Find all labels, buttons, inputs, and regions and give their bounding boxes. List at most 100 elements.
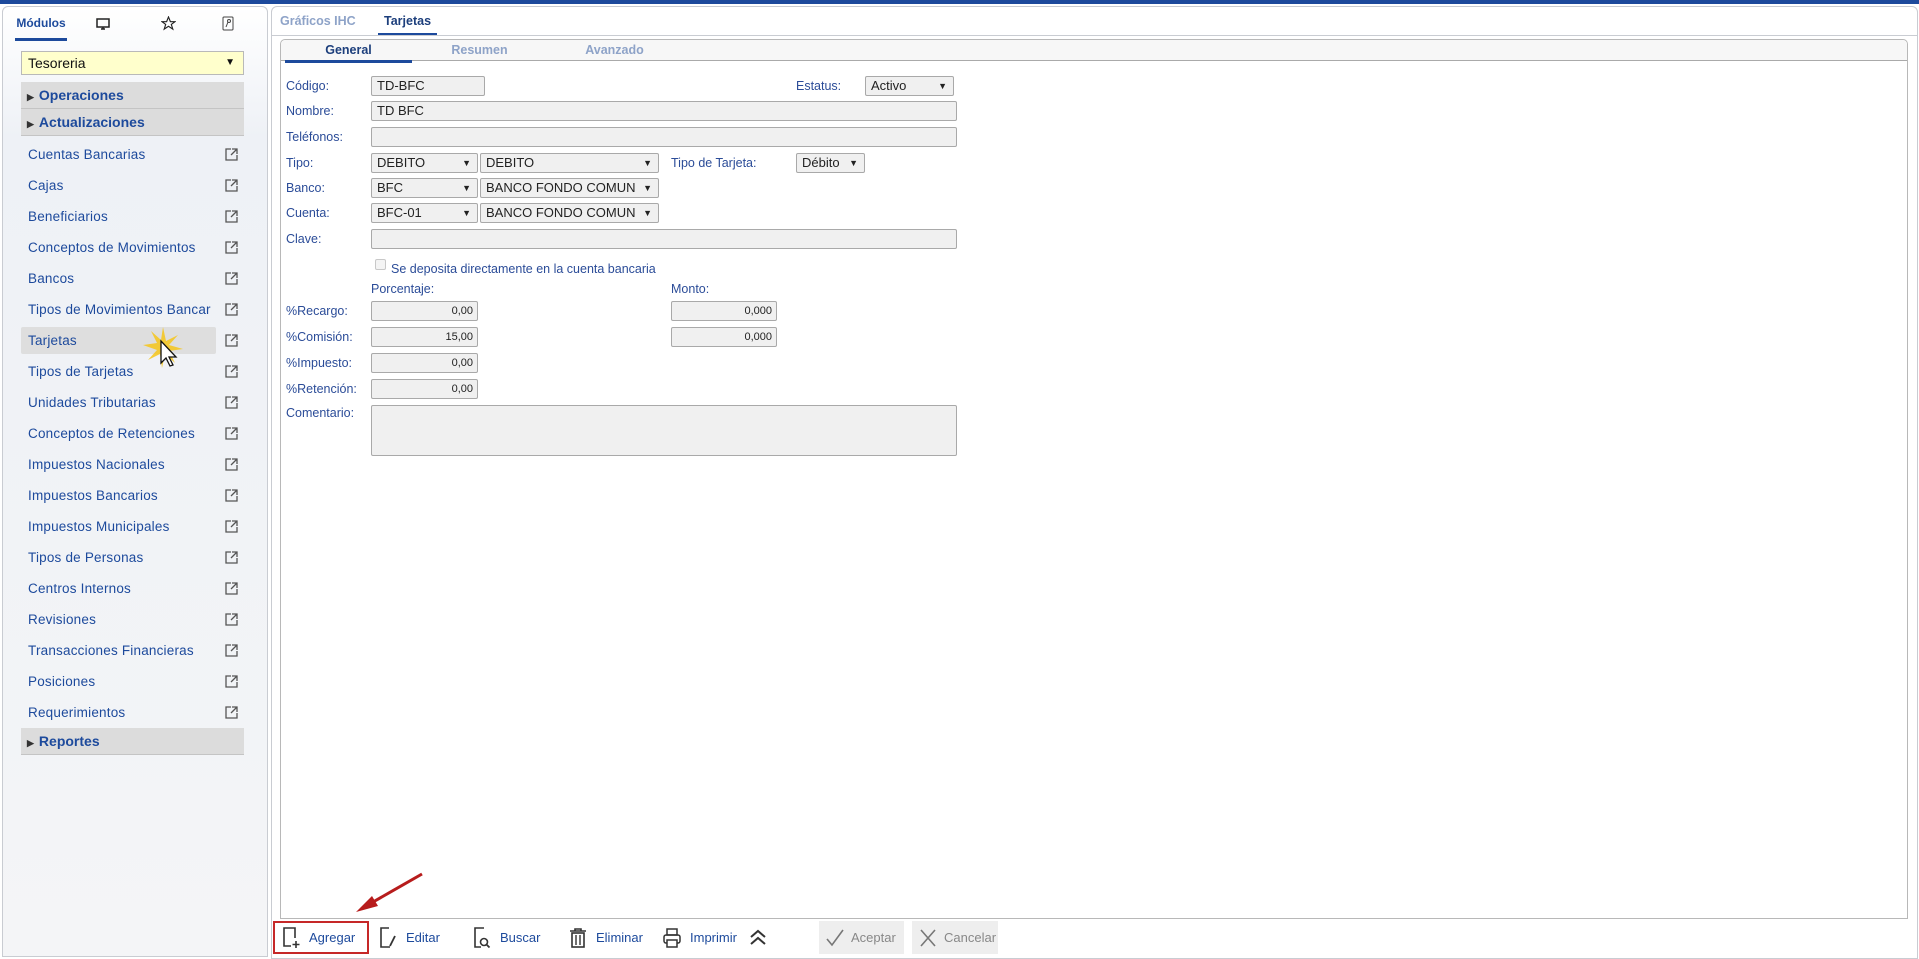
tipo-name-select[interactable]: DEBITO ▼ xyxy=(480,153,659,173)
cancelar-button[interactable]: Cancelar xyxy=(912,921,998,954)
editar-button[interactable]: Editar xyxy=(372,921,452,954)
external-link-icon[interactable] xyxy=(225,427,238,440)
estatus-value: Activo xyxy=(871,78,907,93)
chevron-down-icon: ▼ xyxy=(462,208,471,218)
aceptar-button[interactable]: Aceptar xyxy=(819,921,904,954)
key-icon[interactable] xyxy=(198,7,258,41)
sidebar-item[interactable]: Cuentas Bancarias xyxy=(21,141,261,168)
agregar-button[interactable]: Agregar xyxy=(273,921,369,954)
sidebar-item-label: Tarjetas xyxy=(28,333,77,348)
external-link-icon[interactable] xyxy=(225,551,238,564)
sidebar-item[interactable]: Tipos de Movimientos Bancar xyxy=(21,296,261,323)
external-link-icon[interactable] xyxy=(225,241,238,254)
external-link-icon[interactable] xyxy=(225,644,238,657)
external-link-icon[interactable] xyxy=(225,489,238,502)
module-select[interactable]: Tesoreria ▼ xyxy=(21,51,244,75)
subtab-resumen[interactable]: Resumen xyxy=(416,40,543,61)
monitor-icon[interactable] xyxy=(73,7,133,41)
sidebar-item-label: Unidades Tributarias xyxy=(28,395,156,410)
external-link-icon[interactable] xyxy=(225,520,238,533)
imprimir-button[interactable]: Imprimir xyxy=(656,921,748,954)
external-link-icon[interactable] xyxy=(225,272,238,285)
sidebar-item[interactable]: Tipos de Personas xyxy=(21,544,261,571)
tab-modulos[interactable]: Módulos xyxy=(11,7,71,41)
porcentaje-header: Porcentaje: xyxy=(371,282,435,296)
estatus-select[interactable]: Activo ▼ xyxy=(865,76,954,96)
nombre-input[interactable]: TD BFC xyxy=(371,101,957,121)
chevron-down-icon: ▼ xyxy=(643,183,652,193)
codigo-input[interactable]: TD-BFC xyxy=(371,76,485,96)
sidebar-item-label: Impuestos Nacionales xyxy=(28,457,165,472)
sidebar-item[interactable]: Conceptos de Retenciones xyxy=(21,420,261,447)
external-link-icon[interactable] xyxy=(225,675,238,688)
search-document-icon xyxy=(474,927,491,949)
tipo-code-select[interactable]: DEBITO ▼ xyxy=(371,153,478,173)
check-icon xyxy=(826,929,844,947)
buscar-button[interactable]: Buscar xyxy=(466,921,556,954)
edit-icon xyxy=(380,927,396,948)
external-link-icon[interactable] xyxy=(225,303,238,316)
sidebar-item[interactable]: Centros Internos xyxy=(21,575,261,602)
comision-pct-input[interactable]: 15,00 xyxy=(371,327,478,347)
tipo-tarjeta-label: Tipo de Tarjeta: xyxy=(671,156,757,170)
external-link-icon[interactable] xyxy=(225,396,238,409)
group-operaciones[interactable]: ▶ Operaciones xyxy=(21,82,244,109)
recargo-monto-input[interactable]: 0,000 xyxy=(671,301,777,321)
external-link-icon[interactable] xyxy=(225,148,238,161)
sidebar-item[interactable]: Unidades Tributarias xyxy=(21,389,261,416)
comentario-textarea[interactable] xyxy=(371,405,957,456)
sidebar-item[interactable]: Bancos xyxy=(21,265,261,292)
sidebar-item[interactable]: Conceptos de Movimientos xyxy=(21,234,261,261)
sidebar-item[interactable]: Requerimientos xyxy=(21,699,261,726)
tab-tarjetas[interactable]: Tarjetas xyxy=(377,7,438,36)
subtab-avanzado[interactable]: Avanzado xyxy=(551,40,678,61)
external-link-icon[interactable] xyxy=(225,582,238,595)
sidebar-item[interactable]: Impuestos Bancarios xyxy=(21,482,261,509)
group-reportes[interactable]: ▶ Reportes xyxy=(21,728,244,755)
chevron-down-icon: ▼ xyxy=(225,57,235,68)
sidebar-item[interactable]: Cajas xyxy=(21,172,261,199)
group-label: Actualizaciones xyxy=(38,114,145,130)
external-link-icon[interactable] xyxy=(225,458,238,471)
banco-label: Banco: xyxy=(286,181,325,195)
banco-name-select[interactable]: BANCO FONDO COMUN ▼ xyxy=(480,178,659,198)
external-link-icon[interactable] xyxy=(225,706,238,719)
sidebar-item[interactable]: Impuestos Municipales xyxy=(21,513,261,540)
tipo-label: Tipo: xyxy=(286,156,314,170)
comision-monto-input[interactable]: 0,000 xyxy=(671,327,777,347)
sidebar-item[interactable]: Revisiones xyxy=(21,606,261,633)
sidebar-item[interactable]: Posiciones xyxy=(21,668,261,695)
banco-code-select[interactable]: BFC ▼ xyxy=(371,178,478,198)
subtab-general[interactable]: General xyxy=(285,40,412,63)
recargo-label: %Recargo: xyxy=(286,304,348,318)
sidebar-item[interactable]: Transacciones Financieras xyxy=(21,637,261,664)
sidebar-item[interactable]: Impuestos Nacionales xyxy=(21,451,261,478)
chevron-down-icon: ▼ xyxy=(643,158,652,168)
sidebar-item[interactable]: Beneficiarios xyxy=(21,203,261,230)
telefonos-input[interactable] xyxy=(371,127,957,147)
external-link-icon[interactable] xyxy=(225,179,238,192)
cuenta-name-select[interactable]: BANCO FONDO COMUN ▼ xyxy=(480,203,659,223)
group-actualizaciones[interactable]: ▶ Actualizaciones xyxy=(21,109,244,136)
sidebar-item-label: Posiciones xyxy=(28,674,96,689)
retencion-pct-input[interactable]: 0,00 xyxy=(371,379,478,399)
external-link-icon[interactable] xyxy=(225,334,238,347)
tab-graficos-ihc[interactable]: Gráficos IHC xyxy=(280,7,356,35)
sidebar-item-label: Impuestos Bancarios xyxy=(28,488,158,503)
impuesto-pct-input[interactable]: 0,00 xyxy=(371,353,478,373)
external-link-icon[interactable] xyxy=(225,613,238,626)
clave-input[interactable] xyxy=(371,229,957,249)
recargo-pct-input[interactable]: 0,00 xyxy=(371,301,478,321)
external-link-icon[interactable] xyxy=(225,210,238,223)
star-icon[interactable] xyxy=(138,7,198,41)
deposito-checkbox[interactable] xyxy=(375,259,386,270)
external-link-icon[interactable] xyxy=(225,365,238,378)
chevrons-up-icon[interactable] xyxy=(748,927,768,947)
tipo-tarjeta-select[interactable]: Débito ▼ xyxy=(796,153,865,173)
deposito-label: Se deposita directamente en la cuenta ba… xyxy=(391,262,656,276)
cuenta-code-select[interactable]: BFC-01 ▼ xyxy=(371,203,478,223)
eliminar-button[interactable]: Eliminar xyxy=(562,921,658,954)
tipo-name-value: DEBITO xyxy=(486,155,535,170)
cuenta-label: Cuenta: xyxy=(286,206,330,220)
banco-name-value: BANCO FONDO COMUN xyxy=(486,180,636,195)
